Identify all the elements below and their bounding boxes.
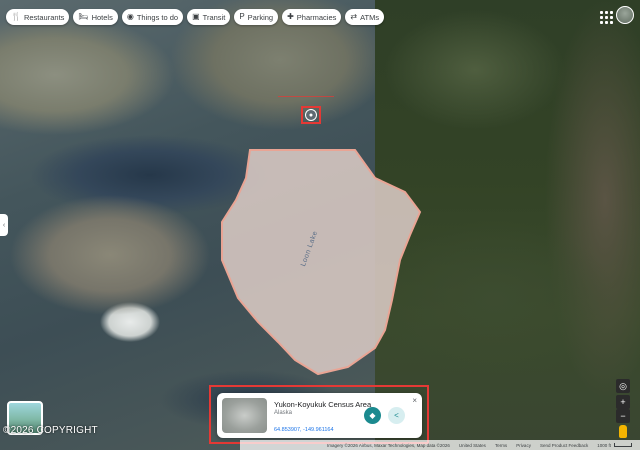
scale-bar[interactable]: 1000 ft xyxy=(597,443,632,448)
zoom-out-button[interactable]: − xyxy=(616,409,630,423)
lake-polygon xyxy=(221,149,422,376)
pharmacy-icon: ✚ xyxy=(287,12,294,21)
chip-label: Transit xyxy=(202,12,226,22)
minus-icon: − xyxy=(620,411,626,421)
terms-link[interactable]: Terms xyxy=(495,443,507,448)
my-location-button[interactable]: ◎ xyxy=(616,379,630,393)
chip-transit[interactable]: ▣ Transit xyxy=(187,9,231,25)
feedback-link[interactable]: Send Product Feedback xyxy=(540,443,588,448)
apps-grid-icon[interactable] xyxy=(597,8,613,24)
close-icon[interactable]: × xyxy=(412,396,417,405)
share-button[interactable]: < xyxy=(388,407,405,424)
chip-restaurants[interactable]: 🍴 Restaurants xyxy=(6,9,70,25)
atm-icon: ⇄ xyxy=(350,12,358,21)
scale-label: 1000 ft xyxy=(597,442,611,448)
chip-label: Hotels xyxy=(91,12,113,22)
scale-bar-graphic xyxy=(614,443,632,447)
share-icon: < xyxy=(394,411,399,420)
place-coordinates[interactable]: 64.853907, -149.961164 xyxy=(274,427,334,433)
satellite-map[interactable] xyxy=(0,0,640,450)
chip-pharmacies[interactable]: ✚ Pharmacies xyxy=(282,9,342,25)
bus-icon: ▣ xyxy=(192,12,200,21)
directions-icon: ◆ xyxy=(369,411,376,420)
parking-icon: P xyxy=(239,12,245,21)
chip-parking[interactable]: P Parking xyxy=(234,9,279,25)
fork-knife-icon: 🍴 xyxy=(11,12,21,21)
country-link[interactable]: United States xyxy=(459,443,486,448)
chip-label: Pharmacies xyxy=(296,12,337,22)
pegman-icon[interactable] xyxy=(619,425,627,438)
bed-icon: 🛏 xyxy=(78,12,89,21)
attribution-bar: Imagery ©2026 Airbus, Maxar Technologies… xyxy=(240,440,640,450)
imagery-credit: Imagery ©2026 Airbus, Maxar Technologies… xyxy=(327,442,450,448)
locate-icon: ◎ xyxy=(619,380,627,391)
plus-icon: + xyxy=(620,397,626,407)
lake-overlay xyxy=(221,149,422,376)
location-pin-icon[interactable]: ● xyxy=(305,109,317,121)
chip-label: ATMs xyxy=(360,12,380,22)
chip-things-to-do[interactable]: ◉ Things to do xyxy=(121,9,184,25)
chip-label: Parking xyxy=(247,12,274,22)
chip-label: Things to do xyxy=(136,12,179,22)
place-info-card[interactable]: × Yukon-Koyukuk Census Area Alaska 64.85… xyxy=(217,393,422,438)
chip-hotels[interactable]: 🛏 Hotels xyxy=(73,9,118,25)
directions-button[interactable]: ◆ xyxy=(364,407,381,424)
camera-icon: ◉ xyxy=(126,12,134,21)
privacy-link[interactable]: Privacy xyxy=(516,443,531,448)
zoom-in-button[interactable]: + xyxy=(616,395,630,409)
place-title[interactable]: Yukon-Koyukuk Census Area xyxy=(274,400,371,409)
place-subtitle: Alaska xyxy=(274,410,293,416)
category-chips: 🍴 Restaurants 🛏 Hotels ◉ Things to do ▣ … xyxy=(6,9,385,25)
chip-atms[interactable]: ⇄ ATMs xyxy=(345,9,385,25)
chevron-left-icon: ‹ xyxy=(2,221,6,229)
account-avatar[interactable] xyxy=(616,6,634,24)
chip-label: Restaurants xyxy=(23,12,65,22)
highlight-line xyxy=(278,96,334,97)
copyright-watermark: ©2026 COPYRIGHT xyxy=(3,425,98,436)
place-thumbnail[interactable] xyxy=(222,398,267,433)
collapse-side-panel-button[interactable]: ‹ xyxy=(0,214,8,236)
